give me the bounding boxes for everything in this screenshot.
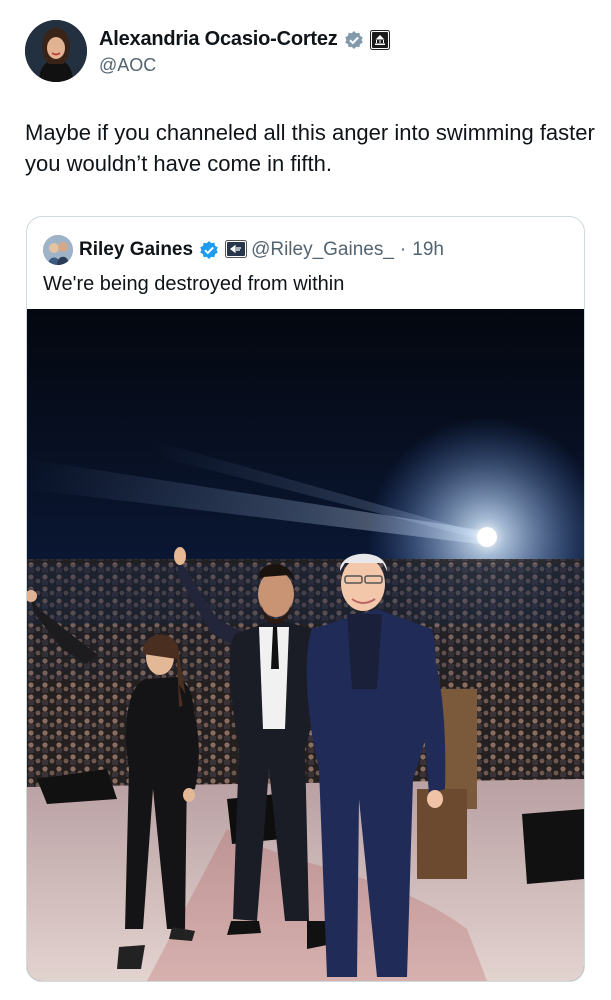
verified-badge-icon[interactable] bbox=[344, 30, 364, 50]
tweet-text: Maybe if you channeled all this anger in… bbox=[25, 120, 595, 176]
author-name-row[interactable]: Alexandria Ocasio-Cortez bbox=[99, 28, 390, 51]
author-avatar[interactable] bbox=[25, 20, 87, 82]
quote-timestamp[interactable]: 19h bbox=[412, 239, 444, 261]
quote-media-photo[interactable] bbox=[27, 309, 584, 981]
quote-header: Riley Gaines @Riley_Gaines_ · 19h bbox=[43, 235, 444, 265]
government-affiliation-icon[interactable] bbox=[369, 29, 390, 50]
author-handle[interactable]: @AOC bbox=[99, 55, 156, 76]
quoted-tweet-card[interactable]: Riley Gaines @Riley_Gaines_ · 19h We're … bbox=[26, 216, 585, 982]
quote-text: We're being destroyed from within bbox=[43, 273, 345, 295]
quote-author-avatar[interactable] bbox=[43, 235, 73, 265]
verified-badge-icon[interactable] bbox=[199, 240, 219, 260]
separator-dot: · bbox=[399, 239, 407, 260]
quote-author-name[interactable]: Riley Gaines bbox=[79, 239, 193, 261]
author-name[interactable]: Alexandria Ocasio-Cortez bbox=[99, 28, 338, 51]
quote-author-handle[interactable]: @Riley_Gaines_ bbox=[251, 239, 394, 261]
affiliation-icon[interactable] bbox=[225, 240, 248, 260]
